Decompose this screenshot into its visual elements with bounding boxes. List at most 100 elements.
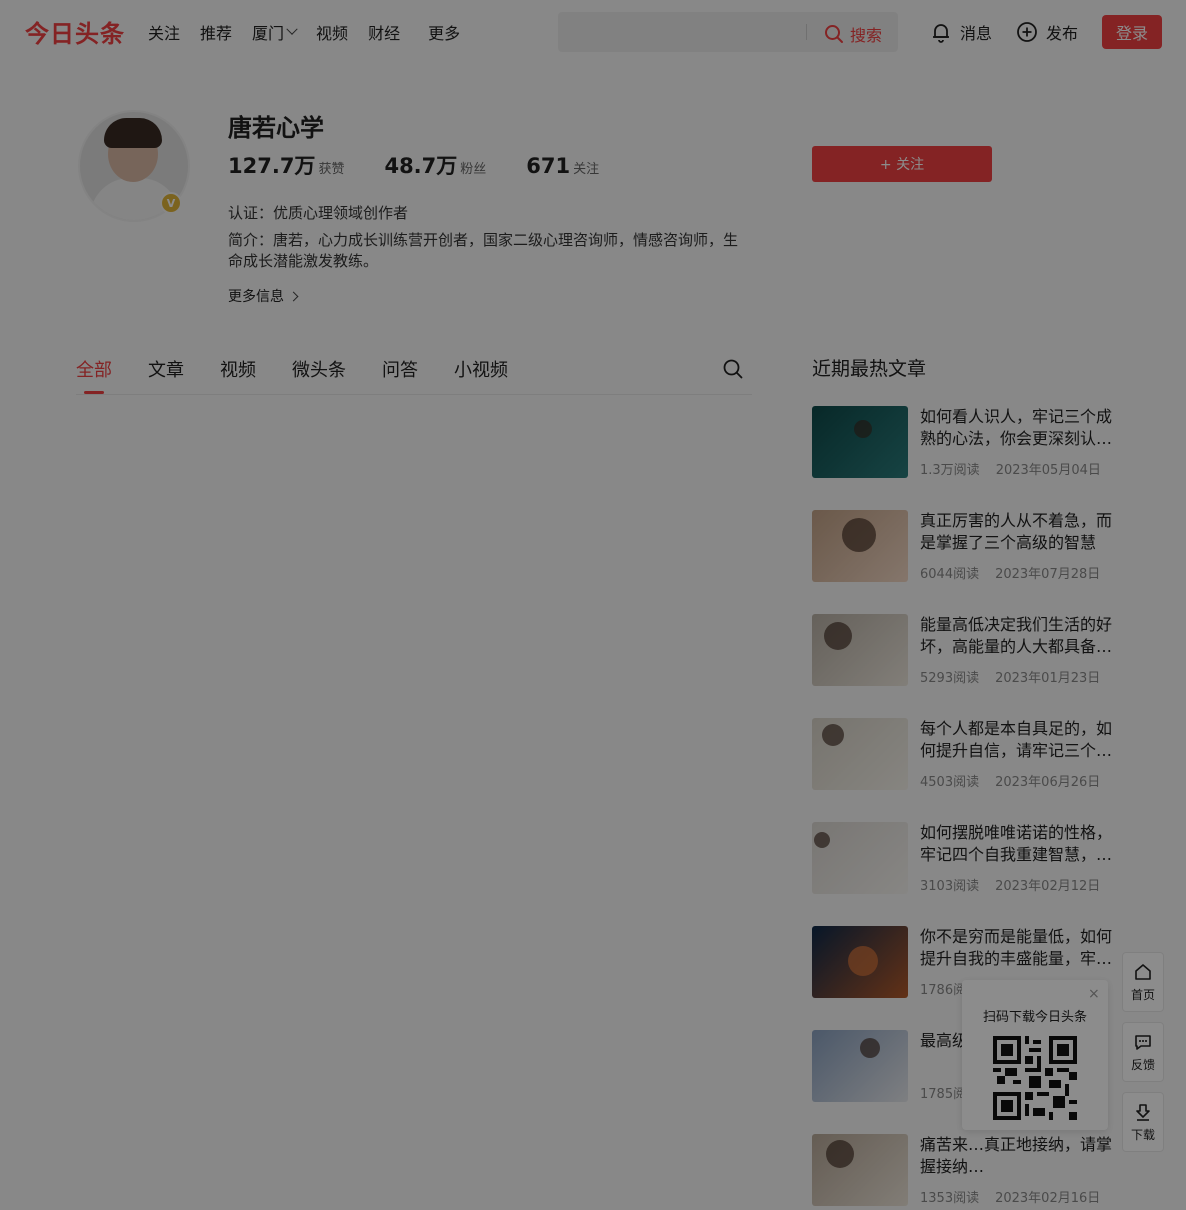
stat-likes: 127.7万 获赞 [228, 150, 344, 180]
search-divider [806, 24, 807, 40]
article-title: 如何看人识人，牢记三个成熟的心法，你会更深刻认… [920, 407, 1113, 448]
article-reads: 6044阅读 [920, 567, 980, 582]
search-button[interactable]: 搜索 [824, 22, 882, 46]
hot-article-item[interactable]: 真正厉害的人从不着急，而是掌握了三个高级的智慧 6044阅读 2023年07月28… [812, 510, 1122, 582]
search-input[interactable] [566, 18, 800, 48]
thumb-figure-shape [854, 420, 872, 438]
plus-circle-icon [1017, 22, 1037, 42]
article-reads: 1.3万阅读 [920, 463, 980, 478]
feedback-button[interactable]: 反馈 [1122, 1022, 1164, 1082]
nav-follow[interactable]: 关注 [148, 20, 180, 44]
hot-article-item[interactable]: 如何摆脱唯唯诺诺的性格，牢记四个自我重建智慧，… 3103阅读 2023年02月1… [812, 822, 1122, 894]
login-button[interactable]: 登录 [1102, 15, 1162, 49]
more-info-label: 更多信息 [228, 289, 284, 305]
article-date: 2023年02月12日 [995, 879, 1101, 894]
article-thumbnail [812, 406, 908, 478]
content-tabs: 全部 文章 视频 微头条 问答 小视频 [76, 356, 752, 395]
tab-search-button[interactable] [722, 358, 744, 384]
hot-article-item[interactable]: 能量高低决定我们生活的好坏，高能量的人大都具备… 5293阅读 2023年01月2… [812, 614, 1122, 686]
tab-micro[interactable]: 微头条 [292, 356, 346, 382]
article-meta: 3103阅读 2023年02月12日 [920, 875, 1100, 894]
thumb-figure-shape [860, 1038, 880, 1058]
tab-videos[interactable]: 视频 [220, 356, 256, 382]
profile-header: V 唐若心学 127.7万 获赞 48.7万 粉丝 671 关注 认证：优质心理… [0, 64, 1186, 334]
article-date: 2023年05月04日 [995, 463, 1101, 478]
thumb-figure-shape [842, 518, 876, 552]
article-thumbnail [812, 926, 908, 998]
article-reads: 4503阅读 [920, 775, 980, 790]
article-title: 每个人都是本自具足的，如何提升自信，请牢记三个… [920, 719, 1113, 760]
article-meta: 5293阅读 2023年01月23日 [920, 667, 1100, 686]
article-reads: 5293阅读 [920, 671, 980, 686]
main-nav: 关注 推荐 厦门 视频 财经 更多 [148, 20, 480, 44]
nav-video[interactable]: 视频 [316, 20, 348, 44]
bell-icon [933, 24, 949, 43]
qr-download-popup: × 扫码下载今日头条 [962, 980, 1108, 1130]
stat-likes-value: 127.7万 [228, 154, 316, 178]
article-thumbnail [812, 1134, 908, 1206]
certification-text: 认证：优质心理领域创作者 [228, 204, 409, 222]
top-bar: 今日头条 关注 推荐 厦门 视频 财经 更多 搜索 消息 发布 登录 [0, 0, 1186, 64]
download-button[interactable]: 下载 [1122, 1092, 1164, 1152]
feedback-label: 反馈 [1130, 1057, 1155, 1072]
home-label: 首页 [1130, 987, 1155, 1002]
article-reads: 3103阅读 [920, 879, 980, 894]
article-title: 能量高低决定我们生活的好坏，高能量的人大都具备… [920, 615, 1113, 656]
more-info-link[interactable]: 更多信息 [228, 286, 299, 306]
download-icon [1136, 1103, 1150, 1121]
nav-finance[interactable]: 财经 [368, 20, 400, 44]
hot-article-item[interactable]: 如何看人识人，牢记三个成熟的心法，你会更深刻认… 1.3万阅读 2023年05月0… [812, 406, 1122, 478]
article-title: 你不是穷而是能量低，如何提升自我的丰盛能量，牢… [920, 927, 1113, 968]
tab-qa[interactable]: 问答 [382, 356, 418, 382]
close-icon[interactable]: × [1088, 986, 1100, 1002]
article-title: 真正厉害的人从不着急，而是掌握了三个高级的智慧 [920, 511, 1113, 552]
tab-articles[interactable]: 文章 [148, 356, 184, 382]
home-icon [1135, 963, 1151, 980]
nav-recommend[interactable]: 推荐 [200, 20, 232, 44]
tab-all[interactable]: 全部 [76, 356, 112, 382]
logo[interactable]: 今日头条 [25, 14, 125, 49]
stat-fans[interactable]: 48.7万 粉丝 [384, 150, 486, 180]
stat-likes-label: 获赞 [318, 162, 345, 177]
article-date: 2023年01月23日 [995, 671, 1101, 686]
article-date: 2023年02月16日 [995, 1191, 1101, 1206]
download-label: 下载 [1130, 1127, 1155, 1142]
stat-fans-value: 48.7万 [384, 154, 458, 178]
hot-article-item[interactable]: 每个人都是本自具足的，如何提升自信，请牢记三个… 4503阅读 2023年06月2… [812, 718, 1122, 790]
messages-button[interactable]: 消息 [930, 20, 992, 44]
article-date: 2023年07月28日 [995, 567, 1101, 582]
tab-short-videos[interactable]: 小视频 [454, 356, 508, 382]
stat-following[interactable]: 671 关注 [526, 154, 599, 178]
home-button[interactable]: 首页 [1122, 952, 1164, 1012]
publish-button[interactable]: 发布 [1016, 20, 1078, 44]
bio-text: 简介：唐若，心力成长训练营开创者，国家二级心理咨询师，情感咨询师，生命成长潜能激… [228, 231, 739, 270]
nav-city[interactable]: 厦门 [252, 20, 298, 44]
nav-more[interactable]: 更多 [428, 20, 460, 44]
article-title: 如何摆脱唯唯诺诺的性格，牢记四个自我重建智慧，… [920, 823, 1113, 864]
article-thumbnail [812, 614, 908, 686]
follow-button[interactable]: + 关注 [812, 146, 992, 182]
article-thumbnail [812, 1030, 908, 1102]
stat-following-label: 关注 [573, 162, 600, 177]
verified-badge-icon: V [160, 192, 182, 214]
article-meta: 6044阅读 2023年07月28日 [920, 563, 1100, 582]
article-meta: 1.3万阅读 2023年05月04日 [920, 459, 1101, 478]
article-thumbnail [812, 510, 908, 582]
chat-icon [1135, 1034, 1151, 1050]
chevron-down-icon [286, 23, 298, 35]
thumb-figure-shape [848, 946, 878, 976]
hot-articles-title: 近期最热文章 [812, 358, 927, 380]
article-date: 2023年06月26日 [995, 775, 1101, 790]
hot-article-item[interactable]: 痛苦来…真正地接纳，请掌握接纳… 1353阅读 2023年02月16日 [812, 1134, 1122, 1206]
publish-label: 发布 [1046, 24, 1079, 43]
search-box: 搜索 [558, 12, 898, 52]
thumb-figure-shape [814, 832, 830, 848]
article-reads: 1353阅读 [920, 1191, 980, 1206]
article-thumbnail [812, 822, 908, 894]
thumb-figure-shape [826, 1140, 854, 1168]
article-meta: 4503阅读 2023年06月26日 [920, 771, 1100, 790]
profile-name: 唐若心学 [228, 114, 324, 142]
profile-stats: 127.7万 获赞 48.7万 粉丝 671 关注 [228, 150, 639, 180]
thumb-figure-shape [822, 724, 844, 746]
stat-following-value: 671 [526, 154, 571, 178]
